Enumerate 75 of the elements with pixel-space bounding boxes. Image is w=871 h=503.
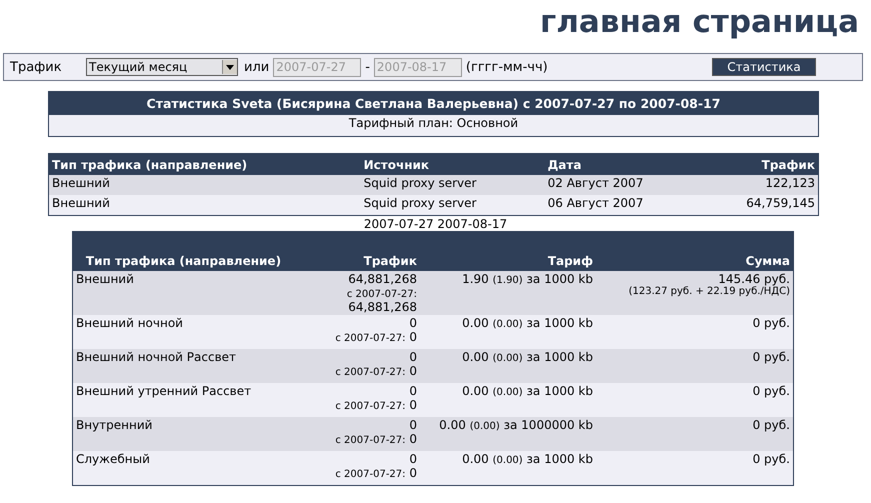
sum-value: 0 руб. (752, 418, 790, 432)
since-label: с 2007-07-27: (335, 469, 406, 480)
since-value: 0 (409, 330, 417, 344)
column-header: Тариф (420, 232, 596, 271)
rate-note: (0.00) (492, 387, 523, 398)
since-value: 0 (409, 432, 417, 446)
period-dropdown[interactable]: Текущий месяц (86, 58, 238, 76)
rate-unit: за 1000 kb (526, 452, 593, 466)
rate-unit: за 1000 kb (526, 316, 593, 330)
rate-value: 1.90 (462, 272, 489, 286)
rate-note: (0.00) (492, 353, 523, 364)
column-header: Источник (360, 154, 545, 175)
rate-note: (0.00) (492, 455, 523, 466)
since-label: с 2007-07-27: (335, 367, 406, 378)
traffic-value: 0 (408, 418, 417, 432)
table-cell: Внешний (72, 271, 294, 315)
rate-value: 0.00 (462, 316, 489, 330)
table-cell: Внешний ночной (72, 315, 294, 349)
statistics-button[interactable]: Статистика (712, 58, 816, 76)
rate-value: 0.00 (462, 384, 489, 398)
rate-note: (0.00) (492, 319, 523, 330)
traffic-label: Трафик (10, 60, 63, 74)
traffic-value: 0 (408, 384, 417, 398)
table-cell: Внешний ночной Рассвет (72, 349, 294, 383)
sum-value: 0 руб. (752, 384, 790, 398)
table-cell: Squid proxy server (360, 175, 545, 195)
dash-label: - (365, 60, 370, 74)
since-value: 0 (409, 398, 417, 412)
column-header: Дата (544, 154, 702, 175)
rate-value: 0.00 (462, 350, 489, 364)
table-cell: Внутренний (72, 417, 294, 451)
traffic-value: 0 (408, 452, 417, 466)
since-value: 0 (409, 364, 417, 378)
since-label: с 2007-07-27: (346, 289, 417, 300)
date-format-hint: (гггг-мм-чч) (466, 60, 548, 74)
column-header: Трафик (702, 154, 818, 175)
sum-value: 0 руб. (752, 452, 790, 466)
table-cell: 122,123 (702, 175, 818, 195)
column-header: Сумма (596, 232, 794, 271)
column-header: Трафик (294, 232, 420, 271)
column-header: Тип трафика (направление) (48, 154, 361, 175)
tariff-plan: Тарифный план: Основной (48, 115, 818, 136)
table-cell: Squid proxy server (360, 195, 545, 216)
traffic-value: 0 (408, 316, 417, 330)
sum-breakdown: (123.27 руб. + 22.19 руб./НДС) (628, 286, 790, 297)
traffic-value: 0 (408, 350, 417, 364)
table-cell: Служебный (72, 451, 294, 486)
since-label: с 2007-07-27: (335, 333, 406, 344)
rate-unit: за 1000 kb (526, 350, 593, 364)
period-caption: 2007-07-27 2007-08-17 (364, 217, 508, 231)
table-cell: Внешний (48, 195, 361, 216)
table-cell: Внешний (48, 175, 361, 195)
table-cell: 06 Август 2007 (544, 195, 702, 216)
rate-unit: за 1000000 kb (504, 418, 593, 432)
since-value: 64,881,268 (348, 300, 417, 314)
rate-unit: за 1000 kb (526, 272, 593, 286)
table-cell: 02 Август 2007 (544, 175, 702, 195)
traffic-value: 64,881,268 (347, 272, 417, 286)
sum-value: 0 руб. (752, 350, 790, 364)
rate-value: 0.00 (439, 418, 466, 432)
sum-value: 0 руб. (752, 316, 790, 330)
or-label: или (244, 60, 270, 74)
since-value: 0 (409, 466, 417, 480)
since-label: с 2007-07-27: (335, 435, 406, 446)
rate-note: (0.00) (470, 421, 500, 432)
rate-note: (1.90) (492, 275, 523, 286)
rate-value: 0.00 (462, 452, 489, 466)
sum-value: 145.46 руб. (717, 272, 790, 286)
rate-unit: за 1000 kb (526, 384, 593, 398)
table-cell: Внешний утренний Рассвет (72, 383, 294, 417)
table-cell: 64,759,145 (702, 195, 818, 216)
page-title: главная страница (539, 3, 860, 42)
column-header: Тип трафика (направление) (72, 232, 294, 271)
summary-title: Статистика Sveta (Бисярина Светлана Валерьевна) с 2007-07-27 по 2007-08-17 (48, 92, 818, 115)
since-label: с 2007-07-27: (335, 401, 406, 412)
